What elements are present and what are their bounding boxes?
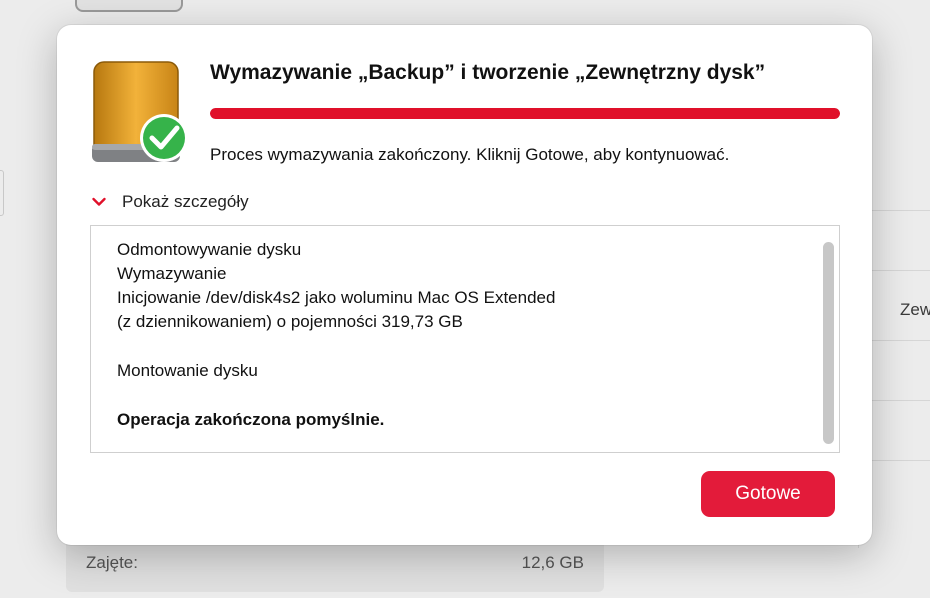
- background-volume-name: Zew: [900, 300, 930, 319]
- erase-dialog: Wymazywanie „Backup” i tworzenie „Zewnęt…: [57, 25, 872, 545]
- progress-fill: [210, 108, 840, 119]
- log-scrollbar[interactable]: [823, 242, 834, 444]
- background-sidebar-edge: [0, 170, 4, 216]
- used-space-value: 12,6 GB: [521, 553, 584, 572]
- log-success-line: Operacja zakończona pomyślnie.: [117, 410, 385, 429]
- progress-bar: [210, 108, 840, 119]
- show-details-toggle[interactable]: Pokaż szczegóły: [91, 190, 249, 214]
- log-line: Wymazywanie: [117, 264, 227, 283]
- log-line: (z dziennikowaniem) o pojemności 319,73 …: [117, 312, 463, 331]
- show-details-label[interactable]: Pokaż szczegóły: [122, 192, 249, 212]
- used-space-label: Zajęte:: [86, 553, 138, 572]
- log-line: Inicjowanie /dev/disk4s2 jako woluminu M…: [117, 288, 556, 307]
- details-log[interactable]: Odmontowywanie dysku Wymazywanie Inicjow…: [90, 225, 840, 453]
- status-message: Proces wymazywania zakończony. Kliknij G…: [210, 145, 730, 164]
- chevron-down-icon[interactable]: [91, 194, 107, 210]
- external-drive-icon: [92, 61, 188, 162]
- dialog-title: Wymazywanie „Backup” i tworzenie „Zewnęt…: [210, 61, 766, 84]
- log-line: Odmontowywanie dysku: [117, 240, 302, 259]
- background-toolbar-control: [75, 0, 183, 12]
- done-button[interactable]: Gotowe: [701, 471, 835, 517]
- log-line: Montowanie dysku: [117, 361, 258, 380]
- checkmark-badge-icon: [140, 114, 188, 162]
